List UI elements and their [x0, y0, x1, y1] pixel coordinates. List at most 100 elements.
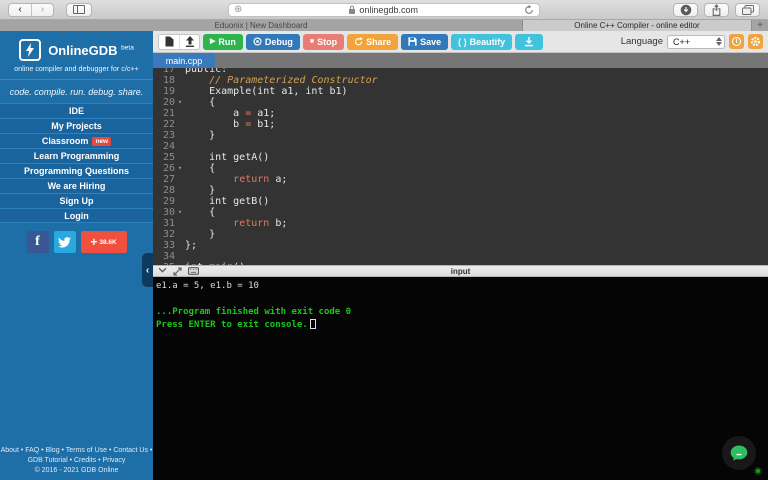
- code-line[interactable]: 33};: [153, 240, 768, 251]
- line-number: 27: [153, 174, 175, 185]
- fold-gutter: [175, 75, 185, 86]
- refresh-icon[interactable]: [524, 5, 534, 15]
- code-line[interactable]: 31 return b;: [153, 218, 768, 229]
- expand-icon[interactable]: [173, 267, 182, 276]
- brand[interactable]: OnlineGDB beta: [0, 39, 153, 61]
- code-line[interactable]: 25 int getA(): [153, 152, 768, 163]
- code-line[interactable]: 18 // Parameterized Constructor: [153, 75, 768, 86]
- downloads-icon: [680, 4, 692, 16]
- info-button[interactable]: i: [729, 34, 744, 49]
- file-tab-main-cpp[interactable]: main.cpp: [153, 53, 215, 68]
- sidebar-item-we-are-hiring[interactable]: We are Hiring: [0, 178, 153, 193]
- facebook-button[interactable]: f: [27, 231, 49, 253]
- code-line[interactable]: 17public:: [153, 68, 768, 75]
- upload-button[interactable]: [179, 35, 199, 49]
- code-editor[interactable]: 17public:18 // Parameterized Constructor…: [153, 68, 768, 265]
- code-line[interactable]: 22 b = b1;: [153, 119, 768, 130]
- share-page-button[interactable]: [704, 3, 729, 17]
- address-bar[interactable]: ⊕ onlinegdb.com: [228, 3, 540, 17]
- sidebar-item-ide[interactable]: IDE: [0, 103, 153, 118]
- footer-line: GDB Tutorial • Credits • Privacy: [0, 456, 153, 466]
- keyboard-icon[interactable]: [188, 267, 199, 275]
- chevron-down-icon[interactable]: [158, 267, 167, 273]
- code-line[interactable]: 34: [153, 251, 768, 262]
- online-status-dot: [754, 467, 762, 475]
- settings-button[interactable]: [748, 34, 763, 49]
- browser-tab-eduonix[interactable]: Eduonix | New Dashboard: [0, 20, 523, 31]
- bolt-icon: [25, 43, 35, 57]
- fold-marker-icon[interactable]: ▾: [175, 207, 185, 218]
- circled-plus-icon[interactable]: ⊕: [234, 5, 242, 15]
- new-file-icon: [165, 36, 174, 47]
- code-line[interactable]: 30▾ {: [153, 207, 768, 218]
- info-icon: i: [732, 37, 741, 46]
- code-line[interactable]: 20▾ {: [153, 97, 768, 108]
- fold-marker-icon[interactable]: ▾: [175, 163, 185, 174]
- code-line[interactable]: 23 }: [153, 130, 768, 141]
- code-line[interactable]: 21 a = a1;: [153, 108, 768, 119]
- sidebar-item-sign-up[interactable]: Sign Up: [0, 193, 153, 208]
- beta-tag: beta: [121, 44, 134, 51]
- addthis-share-button[interactable]: + 38.6K: [81, 231, 127, 253]
- sidebar-item-learn-programming[interactable]: Learn Programming: [0, 148, 153, 163]
- line-number: 34: [153, 251, 175, 262]
- stop-icon: ■: [310, 38, 314, 45]
- run-button[interactable]: ▶Run: [203, 34, 243, 50]
- chat-icon: [729, 443, 749, 463]
- forward-button[interactable]: ›: [31, 4, 53, 16]
- code-line[interactable]: 24: [153, 141, 768, 152]
- language-select[interactable]: C++: [667, 35, 725, 49]
- sidebar-footer[interactable]: About • FAQ • Blog • Terms of Use • Cont…: [0, 446, 153, 480]
- language-label: Language: [621, 36, 663, 47]
- beautify-icon: ( ): [458, 37, 467, 47]
- sidebar-item-programming-questions[interactable]: Programming Questions: [0, 163, 153, 178]
- new-tab-button[interactable]: +: [752, 20, 768, 31]
- console-header: input: [153, 265, 768, 277]
- run-icon: ▶: [210, 38, 215, 45]
- sidebar-item-my-projects[interactable]: My Projects: [0, 118, 153, 133]
- console-title: input: [153, 267, 768, 276]
- brand-subtitle: online compiler and debugger for c/c++: [0, 64, 153, 73]
- lock-icon: [348, 5, 356, 15]
- console-cursor: [310, 319, 316, 329]
- share-button[interactable]: Share: [347, 34, 398, 50]
- back-button[interactable]: ‹: [9, 4, 31, 16]
- sidebar-toggle-button[interactable]: [66, 3, 92, 17]
- sidebar-item-login[interactable]: Login: [0, 208, 153, 223]
- twitter-icon: [58, 237, 71, 248]
- code-line[interactable]: 26▾ {: [153, 163, 768, 174]
- console-line: [156, 293, 765, 306]
- beautify-button[interactable]: ( )Beautify: [451, 34, 512, 50]
- code-line[interactable]: 28 }: [153, 185, 768, 196]
- code-line[interactable]: 32 }: [153, 229, 768, 240]
- save-button[interactable]: Save: [401, 34, 448, 50]
- fold-gutter: [175, 229, 185, 240]
- line-number: 21: [153, 108, 175, 119]
- chat-button[interactable]: [722, 436, 756, 470]
- sidebar-item-classroom[interactable]: Classroomnew: [0, 133, 153, 148]
- code-line[interactable]: 19 Example(int a1, int b1): [153, 86, 768, 97]
- twitter-button[interactable]: [54, 231, 76, 253]
- tabs-overview-button[interactable]: [735, 3, 760, 17]
- downloads-button[interactable]: [673, 3, 698, 17]
- stop-button[interactable]: ■Stop: [303, 34, 344, 50]
- footer-line: About • FAQ • Blog • Terms of Use • Cont…: [0, 446, 153, 456]
- code-line[interactable]: 29 int getB(): [153, 196, 768, 207]
- line-number: 25: [153, 152, 175, 163]
- fold-gutter: [175, 130, 185, 141]
- download-button[interactable]: [515, 34, 543, 50]
- line-number: 29: [153, 196, 175, 207]
- fold-marker-icon[interactable]: ▾: [175, 97, 185, 108]
- debug-button[interactable]: Debug: [246, 34, 300, 50]
- browser-toolbar: ‹ › ⊕ onlinegdb.com: [0, 0, 768, 20]
- nav-buttons: ‹ ›: [8, 3, 54, 17]
- share-page-icon: [711, 4, 722, 16]
- code-line[interactable]: 27 return a;: [153, 174, 768, 185]
- logo: [19, 39, 41, 61]
- console-output[interactable]: e1.a = 5, e1.b = 10...Program finished w…: [153, 277, 768, 480]
- browser-tab-onlinegdb[interactable]: Online C++ Compiler - online editor: [523, 20, 752, 31]
- collapse-sidebar-handle[interactable]: ‹: [142, 253, 153, 287]
- sidebar-toggle-icon: [73, 5, 85, 14]
- new-file-button[interactable]: [159, 35, 179, 49]
- line-number: 26: [153, 163, 175, 174]
